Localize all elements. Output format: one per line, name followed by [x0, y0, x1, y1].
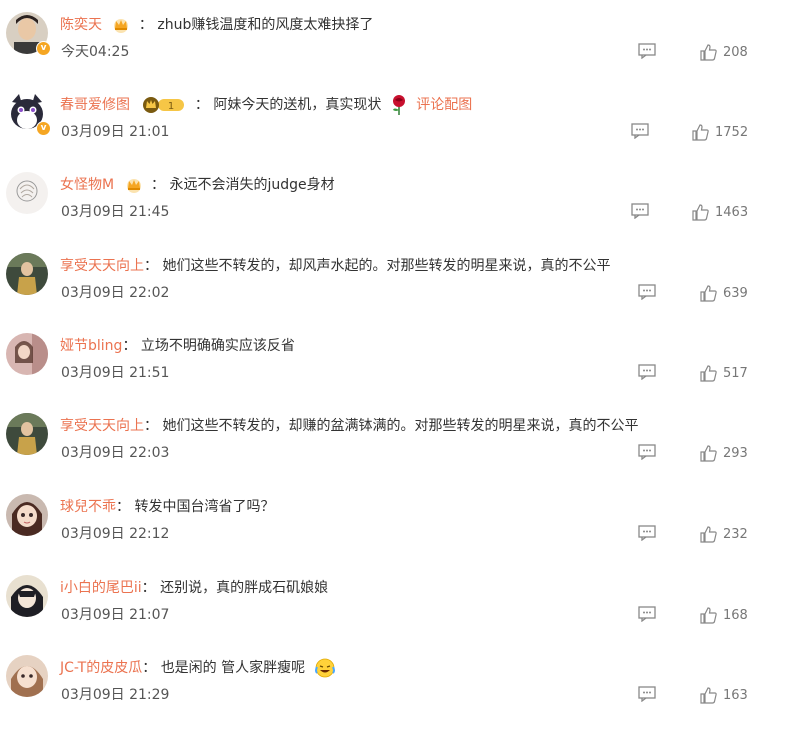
thumbs-up-icon: [700, 44, 717, 61]
thumbs-up-icon: [692, 204, 709, 221]
comment-time: 03月09日 22:12: [61, 526, 170, 542]
comment-item: 女怪物M ： 永远不会消失的judge身材 03月09日 21:45 1463: [0, 172, 785, 252]
avatar[interactable]: [6, 172, 48, 214]
username[interactable]: i小白的尾巴ii: [60, 580, 142, 596]
comment-time: 03月09日 21:29: [61, 687, 170, 703]
avatar[interactable]: [6, 253, 48, 295]
like-button[interactable]: 208: [700, 42, 748, 62]
comment-item: i小白的尾巴ii： 还别说，真的胖成石矶娘娘 03月09日 21:07 168: [0, 575, 785, 655]
thumbs-up-icon: [700, 607, 717, 624]
avatar[interactable]: [6, 655, 48, 697]
svg-text:1: 1: [168, 101, 174, 112]
laugh-cry-emoji-icon: [314, 658, 335, 678]
username[interactable]: 陈奕天: [60, 17, 102, 33]
comment-time: 03月09日 21:51: [61, 365, 170, 381]
reply-button[interactable]: [638, 364, 658, 382]
avatar[interactable]: v: [6, 12, 51, 56]
reply-button[interactable]: [638, 43, 658, 61]
comment-text: 还别说，真的胖成石矶娘娘: [160, 580, 329, 596]
reply-button[interactable]: [631, 203, 651, 221]
avatar[interactable]: [6, 333, 48, 375]
level-badge-icon: 1: [143, 97, 185, 113]
avatar[interactable]: v: [6, 92, 51, 136]
comment-text: zhub赚钱温度和的风度太难抉择了: [157, 17, 374, 33]
like-count: 168: [723, 608, 748, 623]
comment-item: 球兒不乖： 转发中国台湾省了吗？ 03月09日 22:12 232: [0, 494, 785, 574]
comment-time: 03月09日 22:03: [61, 445, 170, 461]
like-count: 232: [723, 527, 748, 542]
comment-text: 转发中国台湾省了吗？: [134, 499, 275, 515]
comment-time: 03月09日 22:02: [61, 285, 170, 301]
thumbs-up-icon: [700, 687, 717, 704]
avatar[interactable]: [6, 494, 48, 536]
username[interactable]: 娅节bling: [60, 338, 122, 354]
avatar[interactable]: [6, 575, 48, 617]
comment-item: 娅节bling： 立场不明确确实应该反省 03月09日 21:51 517: [0, 333, 785, 413]
verified-badge-icon: v: [36, 121, 51, 136]
comment-item: JC-T的皮皮瓜： 也是闲的 管人家胖瘦呢 03月09日 21:29 163: [0, 655, 785, 735]
like-button[interactable]: 1463: [692, 202, 748, 222]
like-count: 639: [723, 286, 748, 301]
comment-icon: [638, 444, 656, 461]
comment-time: 03月09日 21:45: [61, 204, 170, 220]
username[interactable]: 球兒不乖: [60, 499, 116, 515]
comment-text: 她们这些不转发的，却风声水起的。对那些转发的明星来说，真的不公平: [162, 258, 611, 274]
username[interactable]: 春哥爱修图: [60, 97, 130, 113]
comment-icon: [638, 364, 656, 381]
comment-item: v 陈奕天 ： zhub赚钱温度和的风度太难抉择了 今天04:25 208: [0, 12, 785, 92]
comment-icon: [638, 43, 656, 60]
like-count: 517: [723, 366, 748, 381]
username[interactable]: JC-T的皮皮瓜: [60, 660, 142, 676]
thumbs-up-icon: [700, 526, 717, 543]
reply-button[interactable]: [638, 525, 658, 543]
like-button[interactable]: 1752: [692, 122, 748, 142]
like-button[interactable]: 168: [700, 605, 748, 625]
like-count: 293: [723, 446, 748, 461]
crown-icon: [114, 19, 129, 33]
like-button[interactable]: 163: [700, 685, 748, 705]
comment-icon: [638, 686, 656, 703]
username[interactable]: 女怪物M: [60, 177, 114, 193]
like-button[interactable]: 639: [700, 283, 748, 303]
reply-button[interactable]: [631, 123, 651, 141]
comment-icon: [638, 525, 656, 542]
comment-icon: [638, 606, 656, 623]
crown-icon: [126, 179, 141, 193]
comment-time: 03月09日 21:07: [61, 607, 170, 623]
thumbs-up-icon: [692, 124, 709, 141]
comment-text: 永远不会消失的judge身材: [169, 177, 335, 193]
reply-button[interactable]: [638, 284, 658, 302]
comment-item: 享受天天向上： 她们这些不转发的，却赚的盆满钵满的。对那些转发的明星来说，真的不…: [0, 413, 785, 493]
comment-icon: [631, 123, 649, 140]
comment-image-link[interactable]: 评论配图: [416, 97, 472, 113]
thumbs-up-icon: [700, 365, 717, 382]
like-button[interactable]: 517: [700, 363, 748, 383]
avatar[interactable]: [6, 413, 48, 455]
comment-text: 阿妹今天的送机，真实现状: [213, 97, 382, 113]
like-count: 163: [723, 688, 748, 703]
comment-time: 03月09日 21:01: [61, 124, 170, 140]
like-count: 208: [723, 45, 748, 60]
comment-icon: [638, 284, 656, 301]
comment-text: 也是闲的 管人家胖瘦呢: [160, 660, 306, 676]
comment-text: 她们这些不转发的，却赚的盆满钵满的。对那些转发的明星来说，真的不公平: [162, 418, 639, 434]
comment-icon: [631, 203, 649, 220]
like-count: 1752: [715, 125, 749, 140]
like-button[interactable]: 293: [700, 443, 748, 463]
like-count: 1463: [715, 205, 749, 220]
comment-item: 享受天天向上： 她们这些不转发的，却风声水起的。对那些转发的明星来说，真的不公平…: [0, 253, 785, 333]
reply-button[interactable]: [638, 686, 658, 704]
reply-button[interactable]: [638, 606, 658, 624]
thumbs-up-icon: [700, 285, 717, 302]
reply-button[interactable]: [638, 444, 658, 462]
verified-badge-icon: v: [36, 41, 51, 56]
thumbs-up-icon: [700, 445, 717, 462]
rose-icon: [392, 95, 405, 115]
like-button[interactable]: 232: [700, 524, 748, 544]
username[interactable]: 享受天天向上: [60, 418, 144, 434]
comment-time: 今天04:25: [61, 44, 130, 60]
comment-item: v 春哥爱修图 1 ： 阿妹今天的送机，真实现状 评论配图 03月09日 21:…: [0, 92, 785, 172]
username[interactable]: 享受天天向上: [60, 258, 144, 274]
comment-text: 立场不明确确实应该反省: [140, 338, 295, 354]
